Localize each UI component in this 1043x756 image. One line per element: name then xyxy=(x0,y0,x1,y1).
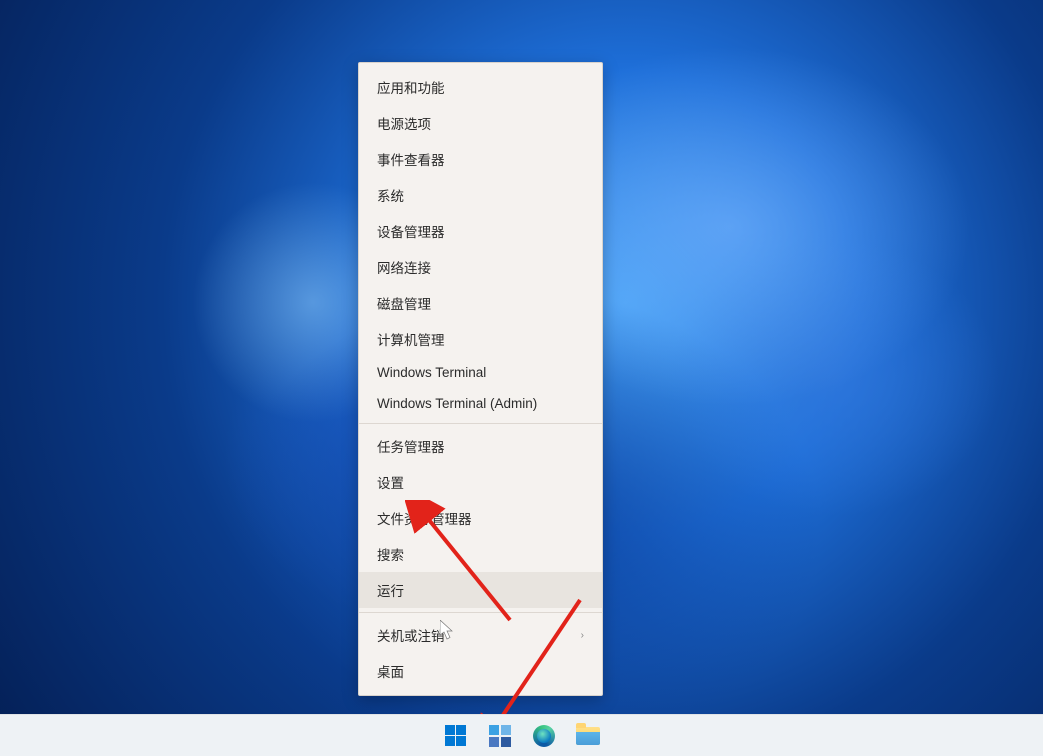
menu-item-disk-management[interactable]: 磁盘管理 xyxy=(359,285,602,321)
menu-item-task-manager[interactable]: 任务管理器 xyxy=(359,428,602,464)
menu-divider xyxy=(359,423,602,424)
menu-item-device-manager[interactable]: 设备管理器 xyxy=(359,213,602,249)
edge-button[interactable] xyxy=(525,717,563,755)
chevron-right-icon: › xyxy=(581,630,584,641)
menu-item-windows-terminal[interactable]: Windows Terminal xyxy=(359,357,602,388)
start-button[interactable] xyxy=(437,717,475,755)
edge-icon xyxy=(533,725,555,747)
desktop: 应用和功能 电源选项 事件查看器 系统 设备管理器 网络连接 磁盘管理 计算机管… xyxy=(0,0,1043,756)
menu-item-desktop[interactable]: 桌面 xyxy=(359,653,602,689)
folder-icon xyxy=(576,727,600,745)
windows-logo-icon xyxy=(445,725,467,747)
menu-item-file-explorer[interactable]: 文件资源管理器 xyxy=(359,500,602,536)
menu-item-apps-features[interactable]: 应用和功能 xyxy=(359,69,602,105)
menu-item-computer-management[interactable]: 计算机管理 xyxy=(359,321,602,357)
start-context-menu: 应用和功能 电源选项 事件查看器 系统 设备管理器 网络连接 磁盘管理 计算机管… xyxy=(358,62,603,696)
menu-item-system[interactable]: 系统 xyxy=(359,177,602,213)
widgets-icon xyxy=(489,725,511,747)
menu-item-event-viewer[interactable]: 事件查看器 xyxy=(359,141,602,177)
menu-item-windows-terminal-admin[interactable]: Windows Terminal (Admin) xyxy=(359,388,602,419)
menu-item-settings[interactable]: 设置 xyxy=(359,464,602,500)
menu-divider xyxy=(359,612,602,613)
file-explorer-button[interactable] xyxy=(569,717,607,755)
menu-item-power-options[interactable]: 电源选项 xyxy=(359,105,602,141)
widgets-button[interactable] xyxy=(481,717,519,755)
menu-item-run[interactable]: 运行 xyxy=(359,572,602,608)
menu-item-search[interactable]: 搜索 xyxy=(359,536,602,572)
menu-item-shutdown-signout[interactable]: 关机或注销 › xyxy=(359,617,602,653)
menu-item-network-connections[interactable]: 网络连接 xyxy=(359,249,602,285)
taskbar xyxy=(0,714,1043,756)
